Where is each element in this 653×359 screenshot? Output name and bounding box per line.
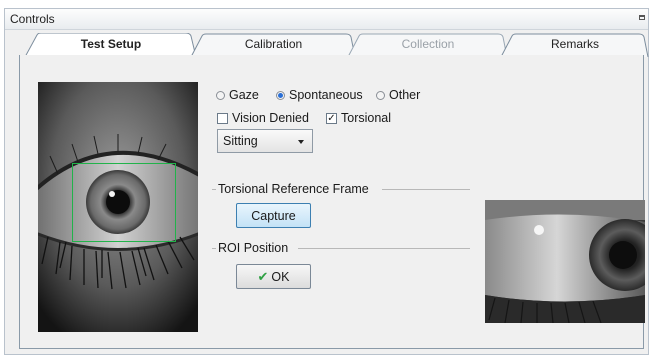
checkbox-label: Vision Denied <box>232 111 309 125</box>
group-label: ROI Position <box>218 241 293 255</box>
roi-box[interactable] <box>72 163 176 242</box>
divider <box>298 248 470 249</box>
chevron-down-icon <box>298 140 304 144</box>
tab-collection[interactable]: Collection <box>348 33 508 57</box>
radio-label: Gaze <box>229 88 259 102</box>
capture-button[interactable]: Capture <box>236 203 311 228</box>
checkbox-label: Torsional <box>341 111 392 125</box>
pin-icon[interactable] <box>639 15 645 20</box>
radio-label: Other <box>389 88 421 102</box>
radio-label: Spontaneous <box>289 88 363 102</box>
radio-button[interactable] <box>376 90 385 100</box>
radio-button[interactable] <box>276 90 285 100</box>
roi-position-group: ROI Position <box>212 241 470 255</box>
dropdown-value: Sitting <box>223 134 258 148</box>
tab-label: Remarks <box>550 37 599 51</box>
radio-gaze[interactable]: Gaze <box>216 88 259 102</box>
ok-button[interactable]: ✔ OK <box>236 264 311 289</box>
check-icon: ✔ <box>257 269 269 284</box>
checkbox-vision-denied[interactable]: Vision Denied <box>217 111 309 125</box>
tab-label: Calibration <box>244 37 303 51</box>
window-title: Controls <box>10 12 55 26</box>
controls-window: Controls Test Setup Calibration Collecti… <box>4 8 649 355</box>
tab-remarks[interactable]: Remarks <box>501 33 649 57</box>
group-label: Torsional Reference Frame <box>218 182 373 196</box>
test-setup-panel: Gaze Spontaneous Other Vision Denied ✓ T… <box>19 55 645 349</box>
button-label: OK <box>271 270 290 284</box>
tab-calibration[interactable]: Calibration <box>191 33 356 57</box>
checkbox-torsional[interactable]: ✓ Torsional <box>326 111 391 125</box>
checkbox[interactable]: ✓ <box>326 112 337 124</box>
radio-spontaneous[interactable]: Spontaneous <box>276 88 363 102</box>
radio-other[interactable]: Other <box>376 88 420 102</box>
divider <box>212 248 216 249</box>
torsional-reference-image <box>485 200 645 323</box>
tab-label: Test Setup <box>80 37 142 51</box>
tab-strip: Test Setup Calibration Collection Remark… <box>11 31 652 57</box>
torsional-reference-group: Torsional Reference Frame <box>212 182 470 196</box>
eye-camera-view[interactable] <box>38 82 198 332</box>
checkbox[interactable] <box>217 112 228 124</box>
title-bar: Controls <box>5 9 648 30</box>
divider <box>382 189 470 190</box>
divider <box>212 189 216 190</box>
tab-label: Collection <box>401 37 455 51</box>
button-label: Capture <box>251 209 296 223</box>
radio-button[interactable] <box>216 90 225 100</box>
posture-dropdown[interactable]: Sitting <box>217 129 313 153</box>
tab-test-setup[interactable]: Test Setup <box>25 33 197 57</box>
